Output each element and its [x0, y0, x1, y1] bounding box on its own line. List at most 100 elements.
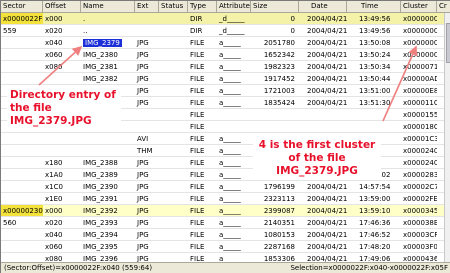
- status-position: (Sector:Offset)=x0000022F:x040 (559:64): [4, 264, 153, 272]
- cell-attr-text: a_____: [219, 159, 241, 167]
- cell-ext: THM: [135, 145, 159, 156]
- cell-time: [347, 109, 401, 120]
- cell-cluster-text: x00003450: [403, 207, 437, 215]
- cell-attr-text: a_____: [219, 195, 241, 203]
- cell-size-text: 1796199: [263, 183, 295, 191]
- cell-attr: a_____: [217, 85, 251, 96]
- col-header-status[interactable]: Status: [159, 1, 188, 13]
- cell-name-text: IMG_2380: [83, 51, 118, 59]
- table-row[interactable]: 559 x020.. DIR _d_____ 0 2004/04/21 13:49:56 x0…: [1, 25, 444, 37]
- cell-name: IMG_2393: [81, 217, 135, 228]
- cell-cluster: x000038E2: [401, 217, 437, 228]
- cell-ext: JPG: [135, 205, 159, 216]
- cell-time: 13:50:44: [347, 73, 401, 84]
- cell-ext: JPG: [135, 97, 159, 108]
- cell-attr: a_____: [217, 193, 251, 204]
- table-row[interactable]: x00000230 x000 IMG_2392 JPG FILE a_____ 239908…: [1, 205, 444, 217]
- cell-size: 2399087: [251, 205, 299, 216]
- table-row[interactable]: x1E0 IMG_2391 JPG FILE a_____ 2323113 2004/04/…: [1, 193, 444, 205]
- cell-attr: a_____: [217, 97, 251, 108]
- cell-name-text: IMG_2394: [83, 231, 118, 239]
- cell-attr: a_____: [217, 229, 251, 240]
- cell-type-text: FILE: [190, 87, 205, 95]
- cell-name: IMG_2380: [81, 49, 135, 60]
- cell-size: 1982323: [251, 61, 299, 72]
- col-header-sector[interactable]: Sector: [1, 1, 43, 13]
- table-row[interactable]: x0000022F x000. DIR _d_____ 0 2004/04/21 13:49…: [1, 13, 444, 25]
- cell-offset-text: x080: [45, 63, 63, 71]
- table-row[interactable]: IMG_2382 JPG FILE a_____ 1917452 2004/04/21 13…: [1, 73, 444, 85]
- cell-date-text: 2004/04/21: [307, 51, 347, 59]
- col-header-size[interactable]: Size: [251, 1, 299, 13]
- table-row[interactable]: x040 IMG_2379 JPG FILE a_____ 2051780 2004/04/…: [1, 37, 444, 49]
- cell-offset-text: x020: [45, 219, 63, 227]
- cell-size-text: 2140351: [263, 219, 295, 227]
- table-row[interactable]: x060 IMG_2380 JPG FILE a_____ 1652342 2004/04/…: [1, 49, 444, 61]
- cell-date: 2004/04/21: [299, 193, 347, 204]
- callout-first-cluster: 4 is the first cluster of the file IMG_2…: [253, 137, 381, 180]
- cell-sector: [1, 169, 43, 180]
- cell-offset: [43, 73, 81, 84]
- table-row[interactable]: x1C0 IMG_2390 JPG FILE a_____ 1796199 2004/04/…: [1, 181, 444, 193]
- cell-time: 13:50:34: [347, 61, 401, 72]
- cell-date-text: 2004/04/21: [307, 63, 347, 71]
- cell-name-text: IMG_2388: [83, 159, 118, 167]
- col-header-cluster[interactable]: Cluster: [401, 1, 437, 13]
- cell-cluster-text: x000011C9: [403, 99, 437, 107]
- cell-type: FILE: [188, 109, 217, 120]
- cell-ext-text: JPG: [137, 183, 149, 191]
- cell-time: 13:49:56: [347, 13, 401, 24]
- cell-type: FILE: [188, 229, 217, 240]
- cell-cluster-text: x00002836: [403, 171, 437, 179]
- scrollbar-thumb[interactable]: [446, 23, 450, 63]
- cell-type-text: FILE: [190, 135, 205, 143]
- col-header-cr[interactable]: Cr: [437, 1, 450, 13]
- cell-name: IMG_2379: [81, 37, 135, 48]
- cell-offset: x1A0: [43, 169, 81, 180]
- cell-name-text: IMG_2393: [83, 219, 118, 227]
- cell-attr-text: a_____: [219, 219, 241, 227]
- table-row[interactable]: x080 IMG_2381 JPG FILE a_____ 1982323 2004/04/…: [1, 61, 444, 73]
- cell-type-text: FILE: [190, 159, 205, 167]
- table-row[interactable]: x060 IMG_2395 JPG FILE a_____ 2287168 2004/04/…: [1, 241, 444, 253]
- cell-size: [251, 121, 299, 132]
- cell-status: [159, 37, 188, 48]
- cell-date: 2004/04/21: [299, 229, 347, 240]
- cell-cluster: x00003450: [401, 205, 437, 216]
- table-row[interactable]: x080 IMG_2396 JPG FILE a_____ 1853306 2004/04/…: [1, 253, 444, 262]
- cell-date-text: 2004/04/21: [307, 75, 347, 83]
- cell-status: [159, 13, 188, 24]
- col-header-ext[interactable]: Ext: [135, 1, 159, 13]
- cell-ext-text: THM: [137, 147, 153, 155]
- cell-name: ..: [81, 25, 135, 36]
- cell-cluster: x000018C6: [401, 121, 437, 132]
- cell-offset-text: x040: [45, 39, 63, 47]
- col-header-time[interactable]: Time: [347, 1, 401, 13]
- cell-time-text: 13:50:08: [359, 39, 391, 47]
- table-row[interactable]: x040 IMG_2394 JPG FILE a_____ 1080153 2004/04/…: [1, 229, 444, 241]
- cell-attr-text: a_____: [219, 75, 241, 83]
- cell-ext: [135, 109, 159, 120]
- cell-size-text: 0: [290, 15, 295, 23]
- col-header-name[interactable]: Name: [81, 1, 135, 13]
- cell-attr-text: _d_____: [219, 15, 245, 23]
- cell-type-text: FILE: [190, 63, 205, 71]
- col-header-type[interactable]: Type: [188, 1, 217, 13]
- cell-status: [159, 241, 188, 252]
- cell-name: IMG_2391: [81, 193, 135, 204]
- cell-ext-text: JPG: [137, 171, 149, 179]
- cell-attr-text: a_____: [219, 147, 241, 155]
- cell-name: IMG_2382: [81, 73, 135, 84]
- cell-name-text: IMG_2396: [83, 255, 118, 262]
- cell-attr-text: a_____: [219, 231, 241, 239]
- vertical-scrollbar[interactable]: [444, 13, 450, 262]
- cell-size-text: 2323113: [263, 195, 295, 203]
- cell-time-text: 17:46:36: [359, 219, 391, 227]
- col-header-offset[interactable]: Offset: [43, 1, 81, 13]
- col-header-attributes[interactable]: Attributes: [217, 1, 251, 13]
- cell-offset: x1E0: [43, 193, 81, 204]
- cell-status: [159, 217, 188, 228]
- col-header-date[interactable]: Date: [299, 1, 347, 13]
- cell-date-text: 2004/04/21: [307, 207, 347, 215]
- table-row[interactable]: 560 x020 IMG_2393 JPG FILE a_____ 2140351 2004/…: [1, 217, 444, 229]
